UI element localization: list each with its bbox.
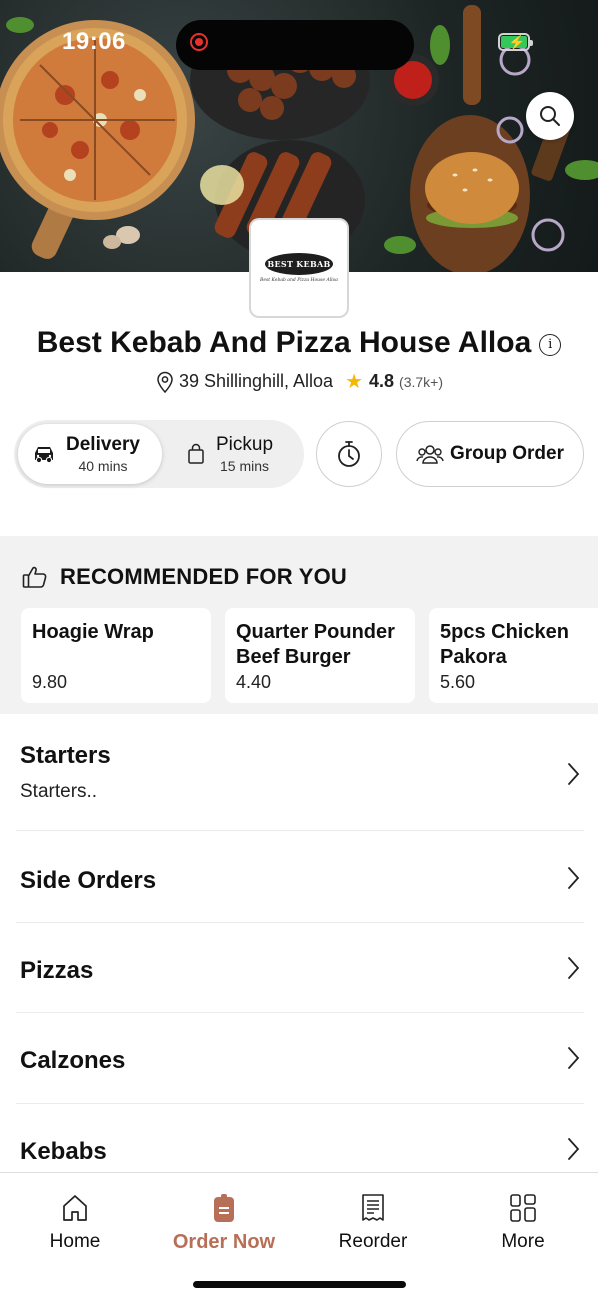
- group-icon: [416, 445, 444, 464]
- nav-label: Order Now: [172, 1231, 276, 1253]
- delivery-option[interactable]: Delivery 40 mins: [18, 424, 162, 484]
- recommended-header: RECOMMENDED FOR YOU: [22, 564, 347, 590]
- info-icon[interactable]: i: [539, 334, 562, 356]
- star-icon: ★: [345, 371, 364, 393]
- grid-icon: [510, 1194, 536, 1222]
- rating-count: (3.7k+): [399, 373, 444, 390]
- category-side-orders[interactable]: Side Orders: [16, 831, 584, 923]
- item-name: 5pcs Chicken Pakora: [440, 621, 569, 668]
- recommended-carousel[interactable]: Hoagie Wrap 9.80 Quarter Pounder Beef Bu…: [21, 608, 598, 703]
- item-price: 5.60: [440, 672, 476, 692]
- category-name: Starters: [20, 742, 111, 769]
- pickup-time: 15 mins: [220, 458, 270, 474]
- car-icon: [35, 447, 53, 464]
- chevron-right-icon: [568, 763, 580, 785]
- category-subtitle: Starters..: [20, 781, 98, 802]
- recommended-section: RECOMMENDED FOR YOU Hoagie Wrap 9.80 Qua…: [0, 536, 598, 714]
- battery-icon: ⚡: [498, 33, 533, 51]
- nav-home[interactable]: Home: [0, 1193, 150, 1253]
- pickup-option[interactable]: Pickup 15 mins: [182, 424, 300, 484]
- schedule-button[interactable]: [316, 421, 382, 487]
- home-icon: [63, 1195, 87, 1221]
- delivery-time: 40 mins: [78, 458, 128, 474]
- group-order-label: Group Order: [449, 443, 564, 464]
- store-name: Best Kebab And Pizza House Alloa: [36, 326, 532, 359]
- nav-label: Home: [49, 1231, 101, 1252]
- item-price: 4.40: [236, 672, 272, 692]
- chevron-right-icon: [568, 1138, 580, 1160]
- location-pin-icon: [157, 371, 173, 393]
- order-icon: [214, 1194, 234, 1222]
- recording-indicator-icon: [190, 33, 208, 51]
- nav-order-now[interactable]: Order Now: [149, 1193, 299, 1254]
- chevron-right-icon: [568, 1047, 580, 1069]
- delivery-label: Delivery: [66, 434, 140, 455]
- recommended-item[interactable]: 5pcs Chicken Pakora 5.60: [429, 608, 598, 703]
- logo-subtitle: Best Kebab and Pizza House Alloa: [260, 278, 338, 283]
- nav-label: More: [501, 1231, 545, 1252]
- order-mode-toggle: Delivery 40 mins Pickup 15 mins: [14, 420, 304, 488]
- status-time: 19:06: [62, 28, 126, 55]
- nav-label: Reorder: [338, 1231, 408, 1252]
- category-calzones[interactable]: Calzones: [16, 1013, 584, 1104]
- recommended-title: RECOMMENDED FOR YOU: [60, 564, 347, 589]
- item-name: Hoagie Wrap: [32, 621, 154, 643]
- chevron-right-icon: [568, 957, 580, 979]
- dynamic-island: [176, 20, 414, 70]
- category-name: Kebabs: [20, 1138, 107, 1165]
- shopping-bag-icon: [188, 443, 204, 464]
- category-name: Pizzas: [20, 957, 94, 984]
- category-pizzas[interactable]: Pizzas: [16, 923, 584, 1013]
- store-address: 39 Shillinghill, Alloa: [178, 371, 334, 391]
- category-starters[interactable]: Starters Starters..: [16, 714, 584, 831]
- recommended-item[interactable]: Hoagie Wrap 9.80: [21, 608, 211, 703]
- home-indicator: [193, 1281, 406, 1288]
- menu-categories: Starters Starters.. Side Orders Pizzas C…: [0, 714, 598, 1184]
- store-rating: 4.8: [369, 371, 395, 391]
- store-title: Best Kebab And Pizza House Alloa i: [0, 326, 598, 360]
- category-name: Calzones: [20, 1047, 126, 1074]
- group-order-button[interactable]: Group Order: [396, 421, 584, 487]
- thumbs-up-icon: [22, 566, 47, 588]
- logo-badge: BEST KEBAB: [265, 253, 333, 275]
- chevron-right-icon: [568, 867, 580, 889]
- item-name: Quarter Pounder Beef Burger: [236, 621, 395, 668]
- recommended-item[interactable]: Quarter Pounder Beef Burger 4.40: [225, 608, 415, 703]
- nav-more[interactable]: More: [448, 1193, 598, 1253]
- receipt-icon: [362, 1194, 384, 1221]
- search-icon: [540, 106, 560, 126]
- charging-bolt-icon: ⚡: [508, 34, 526, 50]
- item-price: 9.80: [32, 672, 68, 692]
- category-name: Side Orders: [20, 867, 157, 894]
- store-meta: 39 Shillinghill, Alloa ★ 4.8 (3.7k+): [0, 369, 598, 394]
- search-button[interactable]: [526, 92, 574, 140]
- pickup-label: Pickup: [216, 434, 274, 455]
- stopwatch-icon: [338, 441, 360, 467]
- nav-reorder[interactable]: Reorder: [298, 1193, 448, 1253]
- store-logo: BEST KEBAB Best Kebab and Pizza House Al…: [249, 218, 349, 318]
